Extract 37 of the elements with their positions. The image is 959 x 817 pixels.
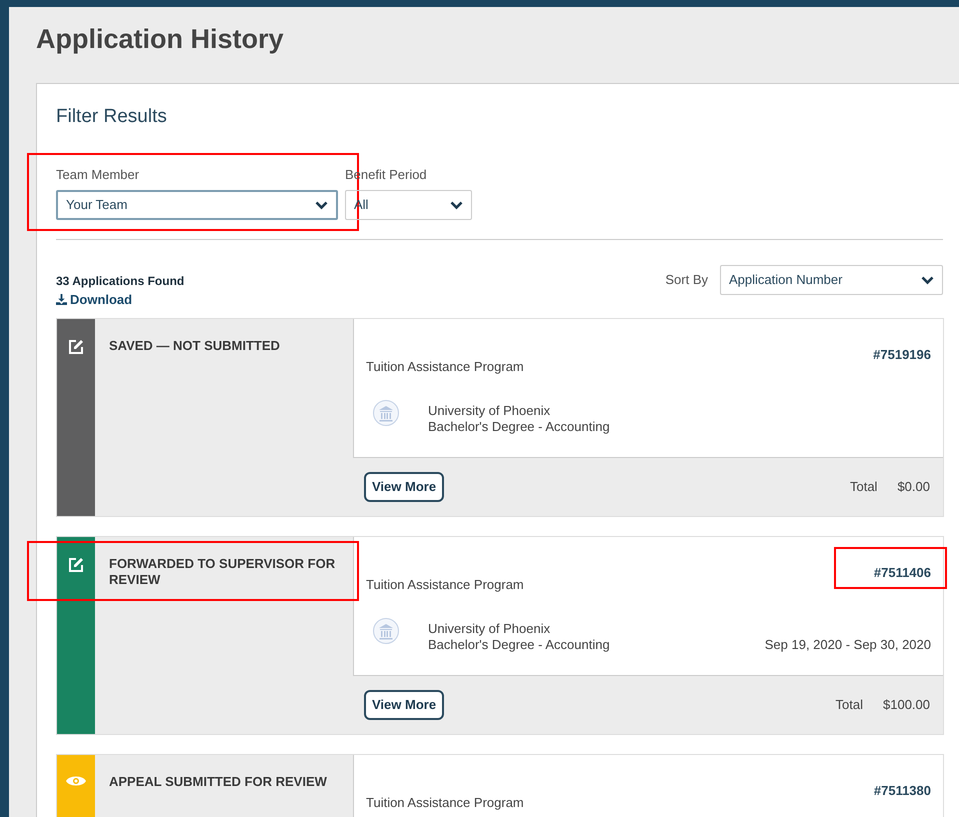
view-more-button[interactable]: View More — [364, 472, 444, 502]
total-label: Total — [850, 478, 878, 496]
program-name: Tuition Assistance Program — [366, 576, 524, 594]
sort-dropdown[interactable]: Application Number — [720, 265, 943, 295]
degree-name: Bachelor's Degree - Accounting — [428, 636, 610, 652]
section-title: Filter Results — [56, 105, 168, 129]
filter-label: Team Member — [56, 166, 140, 184]
results-count: 33 Applications Found — [56, 273, 184, 290]
status-label: SAVED — NOT SUBMITTED — [109, 338, 281, 354]
total-amount: $0.00 — [897, 478, 930, 496]
filter-dropdown[interactable]: Your Team — [56, 190, 338, 220]
sort-label: Sort By — [665, 271, 708, 290]
program-name: Tuition Assistance Program — [366, 794, 524, 812]
eye-icon — [66, 774, 86, 786]
total-amount: $100.00 — [883, 696, 930, 714]
university-icon — [372, 616, 400, 644]
application-number[interactable]: #7511380 — [874, 780, 931, 800]
school-name: University of Phoenix — [428, 402, 550, 418]
university-icon — [372, 398, 400, 426]
download-icon — [56, 294, 67, 306]
chevron-down-icon — [921, 276, 934, 284]
chevron-down-icon — [315, 200, 328, 210]
degree-name: Bachelor's Degree - Accounting — [428, 418, 610, 434]
view-more-button[interactable]: View More — [364, 690, 444, 720]
download-link[interactable]: Download — [56, 290, 184, 310]
status-label: APPEAL SUBMITTED FOR REVIEW — [109, 774, 328, 790]
page-title: Application History — [36, 23, 284, 56]
edit-icon — [68, 338, 84, 354]
date-range: Sep 19, 2020 - Sep 30, 2020 — [764, 636, 931, 652]
chevron-down-icon — [450, 200, 463, 210]
total-label: Total — [836, 696, 863, 714]
application-number[interactable]: #7511406 — [874, 562, 931, 582]
edit-icon — [68, 556, 84, 572]
status-label: FORWARDED TO SUPERVISOR FOR REVIEW — [109, 556, 336, 588]
program-name: Tuition Assistance Program — [366, 358, 524, 376]
school-name: University of Phoenix — [428, 620, 550, 636]
application-number[interactable]: #7519196 — [873, 344, 931, 364]
